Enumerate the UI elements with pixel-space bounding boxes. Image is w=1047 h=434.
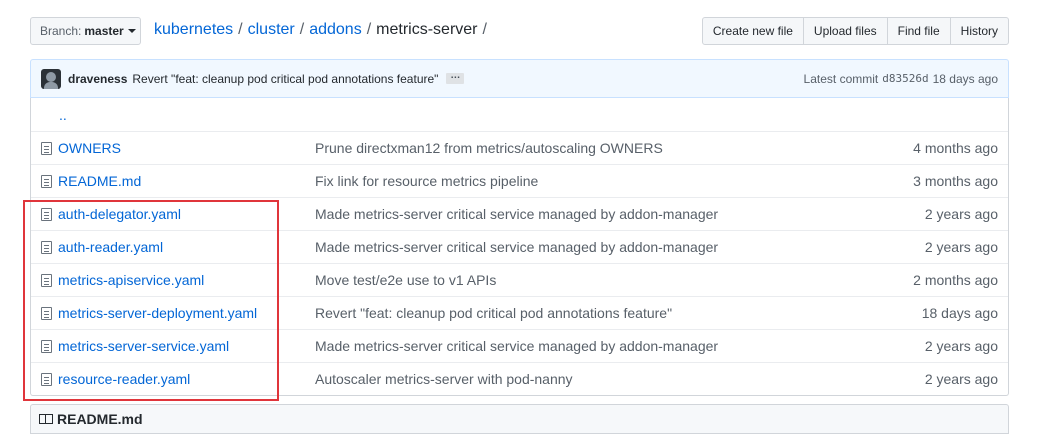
commit-meta: Latest commit d83526d 18 days ago: [804, 72, 998, 86]
file-age: 3 months ago: [913, 173, 998, 189]
create-new-file-button[interactable]: Create new file: [701, 17, 804, 45]
parent-directory-link[interactable]: ..: [59, 107, 67, 123]
chevron-down-icon: [127, 29, 136, 33]
file-link[interactable]: OWNERS: [58, 140, 121, 156]
file-commit-message[interactable]: Prune directxman12 from metrics/autoscal…: [315, 140, 663, 156]
table-row: OWNERS Prune directxman12 from metrics/a…: [31, 131, 1008, 164]
avatar[interactable]: [41, 68, 61, 89]
breadcrumb-current: metrics-server: [376, 21, 478, 38]
file-link[interactable]: README.md: [58, 173, 141, 189]
file-age: 2 months ago: [913, 272, 998, 288]
breadcrumb-link-addons[interactable]: addons: [309, 21, 362, 38]
file-age: 2 years ago: [924, 239, 998, 255]
file-commit-message[interactable]: Revert "feat: cleanup pod critical pod a…: [315, 305, 672, 321]
file-age: 4 months ago: [913, 140, 998, 156]
commit-age: 18 days ago: [932, 71, 998, 86]
file-commit-message[interactable]: Made metrics-server critical service man…: [315, 338, 718, 354]
file-commit-message[interactable]: Made metrics-server critical service man…: [315, 206, 718, 222]
breadcrumb-separator: /: [366, 21, 372, 38]
find-file-button[interactable]: Find file: [886, 17, 951, 45]
breadcrumb-link-cluster[interactable]: cluster: [248, 21, 295, 38]
commit-sha[interactable]: d83526d: [882, 72, 928, 85]
upload-files-button[interactable]: Upload files: [802, 17, 888, 45]
branch-label: Branch:: [40, 24, 82, 38]
breadcrumb-separator: /: [482, 21, 487, 38]
file-commit-message[interactable]: Fix link for resource metrics pipeline: [315, 173, 538, 189]
branch-selector-button[interactable]: Branch: master: [30, 17, 141, 45]
file-icon: [41, 141, 52, 155]
breadcrumb-separator: /: [299, 21, 305, 38]
file-actions-group: Create new file Upload files Find file H…: [701, 17, 1009, 45]
file-icon: [41, 174, 52, 188]
readme-header: README.md: [30, 404, 1009, 434]
file-age: 2 years ago: [924, 206, 998, 222]
commit-author[interactable]: draveness: [68, 72, 127, 86]
repo-toolbar: Branch: master kubernetes / cluster / addons…: [30, 17, 1009, 47]
file-age: 2 years ago: [924, 371, 998, 387]
highlight-annotation-box: [23, 200, 279, 401]
file-commit-message[interactable]: Made metrics-server critical service man…: [315, 239, 718, 255]
commit-message[interactable]: Revert "feat: cleanup pod critical pod a…: [132, 72, 438, 86]
breadcrumb-link-kubernetes[interactable]: kubernetes: [154, 21, 233, 38]
latest-commit-label: Latest commit: [803, 71, 879, 86]
file-age: 2 years ago: [924, 338, 998, 354]
history-button[interactable]: History: [949, 17, 1009, 45]
file-commit-message[interactable]: Autoscaler metrics-server with pod-nanny: [315, 371, 573, 387]
table-row: README.md Fix link for resource metrics …: [31, 164, 1008, 197]
file-commit-message[interactable]: Move test/e2e use to v1 APIs: [315, 272, 496, 288]
branch-value: master: [84, 24, 124, 38]
latest-commit-bar: draveness Revert "feat: cleanup pod crit…: [30, 59, 1009, 98]
readme-title[interactable]: README.md: [57, 411, 143, 427]
parent-directory-row[interactable]: ..: [31, 98, 1008, 131]
breadcrumb-separator: /: [238, 21, 243, 38]
breadcrumb: kubernetes / cluster / addons / metrics-server…: [154, 21, 492, 39]
expand-commit-button[interactable]: …: [446, 71, 465, 84]
file-age: 18 days ago: [921, 305, 998, 321]
